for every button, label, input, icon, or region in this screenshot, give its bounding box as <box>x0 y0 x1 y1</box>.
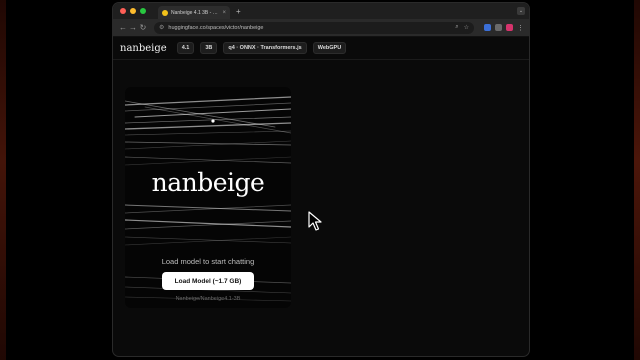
edge-glow-right <box>634 0 640 360</box>
new-tab-button[interactable]: + <box>236 7 241 16</box>
tab-bar: Nanbeige 4.1 3B - a Huggin… × + ⌄ <box>113 3 529 19</box>
tab-close-icon[interactable]: × <box>222 10 226 16</box>
load-status-text: Load model to start chatting <box>161 257 255 266</box>
profile-avatar-icon[interactable] <box>506 24 513 31</box>
size-pill: 3B <box>200 42 218 54</box>
brand-logo: nanbeige <box>120 42 167 54</box>
app-header: nanbeige 4.1 3B q4 · ONNX · Transformers… <box>113 37 529 60</box>
model-id-text: Nanbeige/Nanbeige4.1-3B <box>175 296 241 302</box>
minimize-window-icon[interactable] <box>130 8 136 14</box>
huggingface-favicon-icon <box>162 9 168 16</box>
mouse-pointer-icon <box>308 211 322 231</box>
address-bar: ← → ↻ ⚙ huggingface.co/spaces/victor/nan… <box>113 19 529 37</box>
bookmark-star-icon[interactable]: ☆ <box>464 24 469 31</box>
close-window-icon[interactable] <box>120 8 126 14</box>
maximize-window-icon[interactable] <box>140 8 146 14</box>
url-tools: ⌕ ☆ <box>455 24 469 31</box>
edge-glow-left <box>0 0 6 360</box>
load-model-card: nanbeige Load model to start chatting Lo… <box>125 87 291 308</box>
tab-title: Nanbeige 4.1 3B - a Huggin… <box>171 9 219 16</box>
forward-arrow-icon[interactable]: → <box>128 23 138 32</box>
card-logo-wordmark: nanbeige <box>151 168 265 197</box>
browser-tab[interactable]: Nanbeige 4.1 3B - a Huggin… × <box>158 6 230 19</box>
window-controls <box>120 8 146 14</box>
browser-menu-icon[interactable]: ⋮ <box>517 24 524 32</box>
extensions-puzzle-icon[interactable] <box>495 24 502 31</box>
zoom-icon[interactable]: ⌕ <box>455 24 458 31</box>
extension-icon[interactable] <box>484 24 491 31</box>
url-input[interactable]: ⚙ huggingface.co/spaces/victor/nanbeige … <box>154 21 474 34</box>
site-info-icon[interactable]: ⚙ <box>159 24 164 31</box>
url-text: huggingface.co/spaces/victor/nanbeige <box>168 24 264 31</box>
tab-search-icon[interactable]: ⌄ <box>517 7 525 15</box>
backend-pill: WebGPU <box>312 42 347 54</box>
load-model-button[interactable]: Load Model (~1.7 GB) <box>162 272 254 290</box>
reload-icon[interactable]: ↻ <box>138 23 148 32</box>
back-arrow-icon[interactable]: ← <box>118 23 128 32</box>
version-pill: 4.1 <box>176 42 195 54</box>
runtime-pill: q4 · ONNX · Transformers.js <box>223 42 307 54</box>
